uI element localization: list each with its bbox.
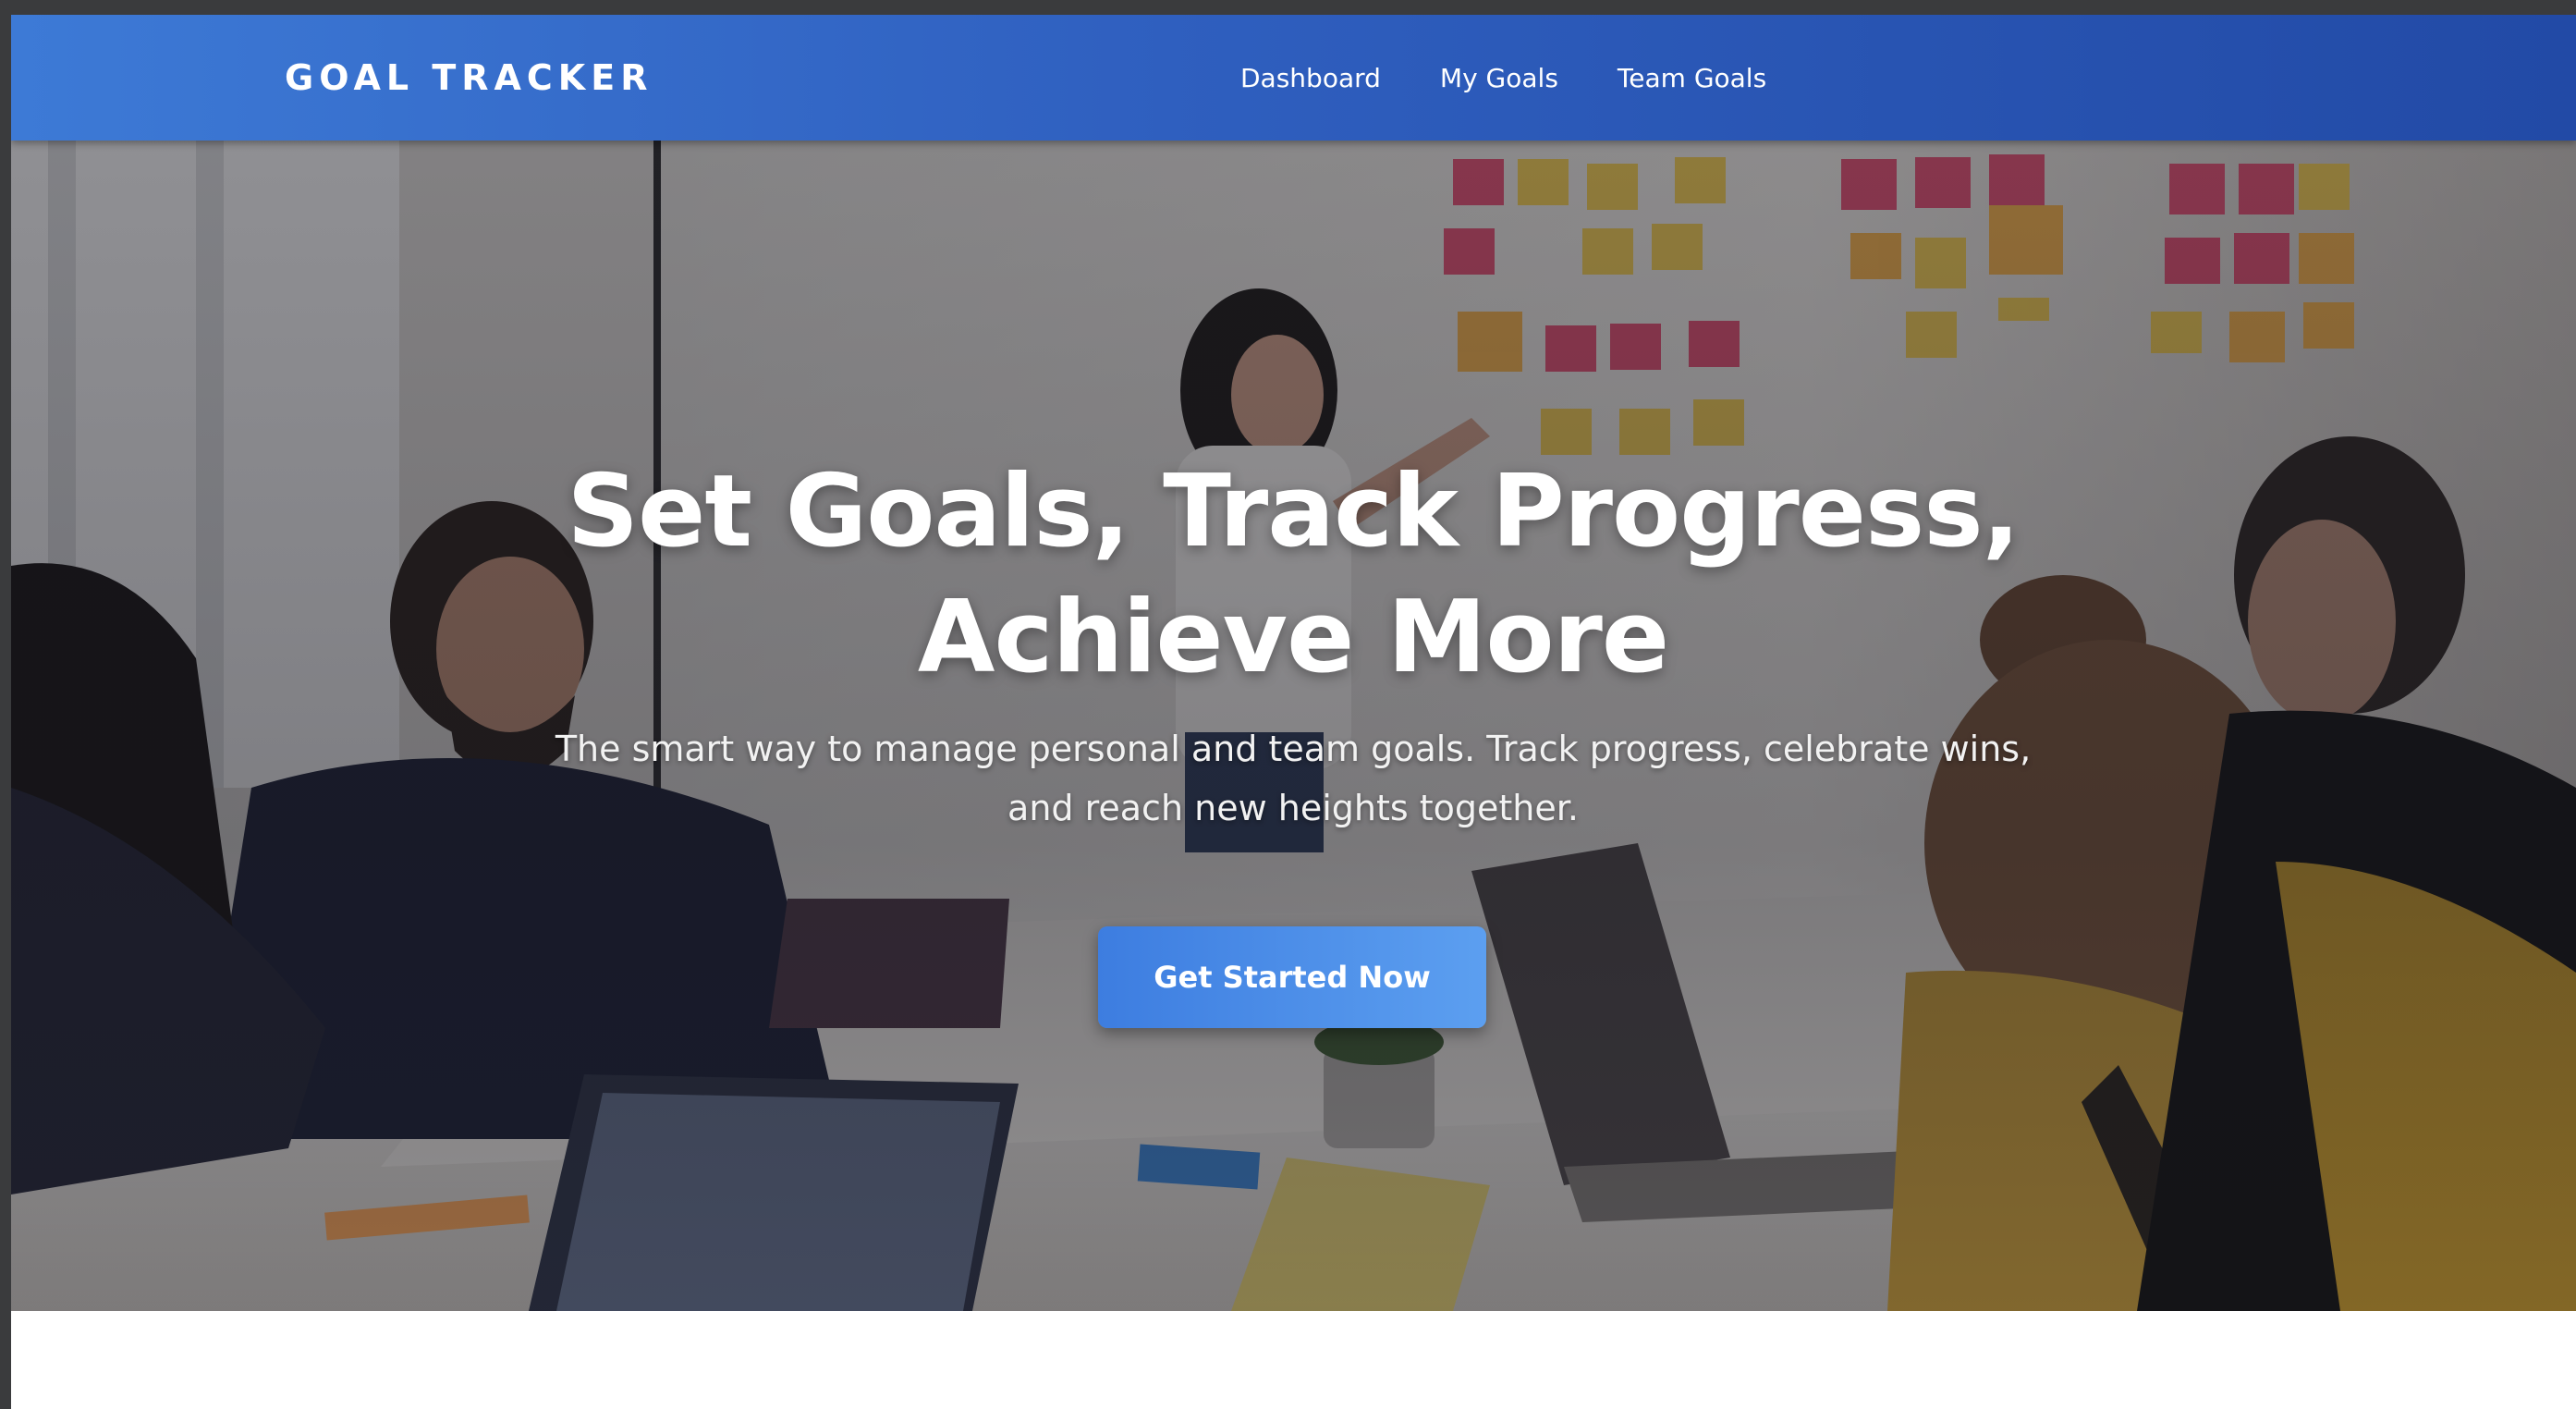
nav-links: Dashboard My Goals Team Goals xyxy=(1240,15,1766,141)
hero-content: Set Goals, Track Progress, Achieve More … xyxy=(11,141,2576,1311)
hero-title-line-1: Set Goals, Track Progress, xyxy=(567,454,2020,570)
hero-title: Set Goals, Track Progress, Achieve More xyxy=(507,449,2079,701)
brand-logo[interactable]: GOAL TRACKER xyxy=(285,15,653,141)
hero-subtitle: The smart way to manage personal and tea… xyxy=(555,729,2032,828)
hero-section: Set Goals, Track Progress, Achieve More … xyxy=(11,141,2576,1311)
top-navigation-bar: GOAL TRACKER Dashboard My Goals Team Goa… xyxy=(11,15,2576,141)
get-started-button[interactable]: Get Started Now xyxy=(1098,926,1486,1028)
browser-viewport: GOAL TRACKER Dashboard My Goals Team Goa… xyxy=(11,15,2576,1409)
nav-link-dashboard[interactable]: Dashboard xyxy=(1240,63,1381,93)
nav-link-my-goals[interactable]: My Goals xyxy=(1440,63,1558,93)
nav-link-team-goals[interactable]: Team Goals xyxy=(1618,63,1766,93)
hero-title-line-2: Achieve More xyxy=(917,580,1669,695)
